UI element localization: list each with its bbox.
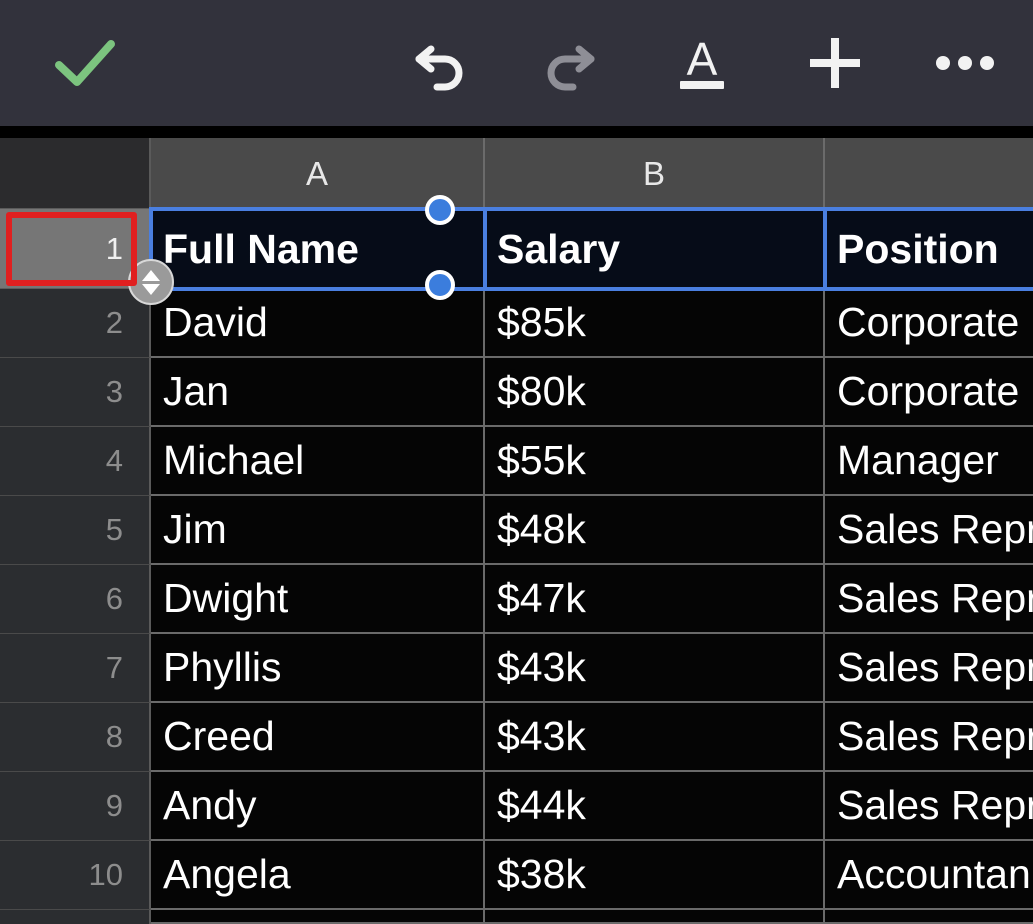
row-header-5[interactable]: 5 [0,496,151,565]
cell-c7[interactable]: Sales Repr [825,634,1033,703]
cell-c1[interactable]: Position [825,209,1033,289]
cell-b2[interactable]: $85k [485,289,825,358]
row-header-3[interactable]: 3 [0,358,151,427]
text-format-button[interactable]: A [652,0,752,126]
cell-b9[interactable]: $44k [485,772,825,841]
cell-b4[interactable]: $55k [485,427,825,496]
cell-b1[interactable]: Salary [485,209,825,289]
row-header-4[interactable]: 4 [0,427,151,496]
row-header-8[interactable]: 8 [0,703,151,772]
row-resize-handle[interactable] [128,259,174,305]
toolbar: A [0,0,1033,126]
selection-handle-bottom[interactable] [425,270,455,300]
cell-b11[interactable] [485,910,825,924]
cell-b7[interactable]: $43k [485,634,825,703]
cell-a7[interactable]: Phyllis [151,634,485,703]
cell-a3[interactable]: Jan [151,358,485,427]
cell-c10[interactable]: Accountan [825,841,1033,910]
svg-text:A: A [687,33,718,85]
selection-handle-top[interactable] [425,195,455,225]
more-options-button[interactable] [915,0,1015,126]
accept-check-button[interactable] [35,0,135,126]
cell-c11[interactable] [825,910,1033,924]
cell-a9[interactable]: Andy [151,772,485,841]
cell-c4[interactable]: Manager [825,427,1033,496]
column-header-row: A B [151,138,1033,209]
cell-c2[interactable]: Corporate [825,289,1033,358]
cell-c6[interactable]: Sales Repr [825,565,1033,634]
plus-icon [806,34,864,92]
cell-c3[interactable]: Corporate [825,358,1033,427]
redo-button[interactable] [520,0,620,126]
cell-b3[interactable]: $80k [485,358,825,427]
cell-c8[interactable]: Sales Repr [825,703,1033,772]
cell-a10[interactable]: Angela [151,841,485,910]
row-header-6[interactable]: 6 [0,565,151,634]
cell-b5[interactable]: $48k [485,496,825,565]
select-all-corner[interactable] [0,138,151,209]
arrow-up-icon [142,270,160,281]
check-icon [53,35,117,91]
overflow-menu-icon [934,54,996,72]
undo-button[interactable] [390,0,490,126]
spreadsheet-app: A [0,0,1033,924]
cell-a6[interactable]: Dwight [151,565,485,634]
row-header-11[interactable] [0,910,151,924]
row-header-2[interactable]: 2 [0,289,151,358]
cell-a4[interactable]: Michael [151,427,485,496]
cell-b8[interactable]: $43k [485,703,825,772]
spreadsheet-grid[interactable]: A B 1 2 3 4 5 6 7 8 9 10 Full Name Salar… [0,126,1033,924]
row-header-9[interactable]: 9 [0,772,151,841]
cell-a11[interactable] [151,910,485,924]
text-format-icon: A [674,33,730,93]
cell-c5[interactable]: Sales Repr [825,496,1033,565]
cell-c9[interactable]: Sales Repr [825,772,1033,841]
add-button[interactable] [785,0,885,126]
cell-a8[interactable]: Creed [151,703,485,772]
row-header-10[interactable]: 10 [0,841,151,910]
column-header-b[interactable]: B [485,138,825,209]
cell-b10[interactable]: $38k [485,841,825,910]
arrow-down-icon [142,284,160,295]
undo-icon [409,35,471,91]
cell-a5[interactable]: Jim [151,496,485,565]
row-header-7[interactable]: 7 [0,634,151,703]
cell-b6[interactable]: $47k [485,565,825,634]
column-header-c[interactable] [825,138,1033,209]
redo-icon [539,35,601,91]
